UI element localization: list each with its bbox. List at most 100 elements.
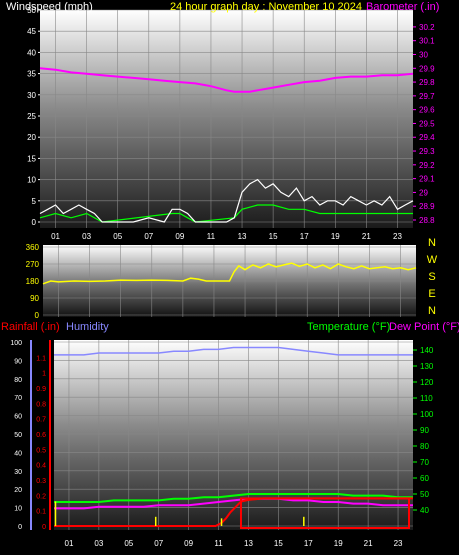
temp-tick-label: 70 xyxy=(420,458,429,467)
x-tick-label: 01 xyxy=(51,232,60,241)
direction-letter: E xyxy=(428,288,435,300)
humidity-tick-label: 40 xyxy=(14,450,22,457)
x-tick-label: 03 xyxy=(82,232,91,241)
humidity-axis-label: Humidity xyxy=(66,321,109,333)
wind-tick-label: 35 xyxy=(27,70,36,79)
rain-tick-label: 0 xyxy=(42,524,46,531)
direction-panel: 0 90 180 270 360 xyxy=(26,243,417,320)
temp-tick-label: 110 xyxy=(420,394,433,403)
direction-tick-label: 90 xyxy=(30,294,39,303)
direction-tick-label: 180 xyxy=(26,277,40,286)
baro-tick-label: 29.2 xyxy=(419,161,435,170)
wind-tick-label: 20 xyxy=(27,133,36,142)
direction-letter: W xyxy=(427,254,438,266)
rain-tick-label: 0.2 xyxy=(36,493,46,500)
baro-tick-label: 29.1 xyxy=(419,175,435,184)
wind-tick-label: 5 xyxy=(32,197,37,206)
direction-letter: S xyxy=(428,271,435,283)
x-tick-label: 17 xyxy=(300,232,309,241)
temp-tick-label: 100 xyxy=(420,410,434,419)
x-tick-label: 13 xyxy=(238,232,247,241)
x-tick-label: 11 xyxy=(207,232,216,241)
rain-tick-label: 0.3 xyxy=(36,478,46,485)
baro-tick-label: 28.9 xyxy=(419,202,435,211)
baro-tick-label: 29.5 xyxy=(419,119,435,128)
direction-letter: N xyxy=(428,237,436,249)
x-tick-label: 05 xyxy=(113,232,122,241)
x-tick-label: 19 xyxy=(331,232,340,241)
humidity-tick-label: 10 xyxy=(14,506,22,513)
temp-tick-label: 40 xyxy=(420,506,429,515)
rain-tick-label: 0.4 xyxy=(36,463,46,470)
rain-tick-label: 1 xyxy=(42,371,46,378)
humidity-tick-label: 50 xyxy=(14,432,22,439)
direction-letter: N xyxy=(428,305,436,317)
direction-tick-label: 0 xyxy=(35,311,40,320)
wind-tick-label: 10 xyxy=(27,176,36,185)
baro-tick-label: 29.6 xyxy=(419,106,435,115)
x-tick-label: 01 xyxy=(65,539,74,548)
humidity-tick-label: 90 xyxy=(14,358,22,365)
baro-tick-label: 29.4 xyxy=(419,133,435,142)
direction-tick-label: 360 xyxy=(26,243,40,252)
rain-tick-label: 0.9 xyxy=(36,386,46,393)
temperature-axis-label: Temperature (°F) xyxy=(307,321,390,333)
baro-tick-label: 30.1 xyxy=(419,37,435,46)
x-tick-label: 07 xyxy=(154,539,163,548)
baro-tick-label: 29.3 xyxy=(419,147,435,156)
direction-tick-label: 270 xyxy=(26,260,40,269)
temp-tick-label: 60 xyxy=(420,474,429,483)
rain-tick-label: 0.5 xyxy=(36,447,46,454)
baro-tick-label: 30 xyxy=(419,50,428,59)
wind-tick-label: 30 xyxy=(27,91,36,100)
wind-axis-label: Windspeed (mph) xyxy=(6,1,93,13)
x-tick-label: 09 xyxy=(184,539,193,548)
temp-tick-label: 120 xyxy=(420,378,434,387)
humidity-tick-label: 30 xyxy=(14,469,22,476)
humidity-tick-label: 100 xyxy=(10,340,22,347)
x-tick-label: 21 xyxy=(364,539,373,548)
baro-tick-label: 30.2 xyxy=(419,23,435,32)
x-tick-label: 07 xyxy=(144,232,153,241)
x-tick-label: 09 xyxy=(175,232,184,241)
humidity-tick-label: 80 xyxy=(14,377,22,384)
wind-tick-label: 15 xyxy=(27,154,36,163)
rain-tick-label: 1.1 xyxy=(36,355,46,362)
temp-tick-label: 130 xyxy=(420,362,434,371)
baro-tick-label: 28.8 xyxy=(419,216,435,225)
wind-tick-label: 25 xyxy=(27,112,36,121)
humidity-tick-label: 70 xyxy=(14,395,22,402)
x-tick-label: 03 xyxy=(94,539,103,548)
x-tick-label: 13 xyxy=(244,539,253,548)
x-tick-label: 15 xyxy=(274,539,283,548)
humidity-tick-label: 0 xyxy=(18,524,22,531)
wind-tick-label: 40 xyxy=(27,48,36,57)
baro-tick-label: 29.9 xyxy=(419,64,435,73)
x-tick-label: 17 xyxy=(304,539,313,548)
temp-tick-label: 90 xyxy=(420,426,429,435)
rain-tick-label: 0.7 xyxy=(36,417,46,424)
x-tick-label: 23 xyxy=(394,539,403,548)
x-tick-label: 23 xyxy=(393,232,402,241)
baro-tick-label: 29 xyxy=(419,188,428,197)
rainfall-axis-label: Rainfall (.in) xyxy=(1,321,60,333)
wind-tick-label: 0 xyxy=(32,218,37,227)
x-tick-label: 21 xyxy=(362,232,371,241)
x-tick-label: 05 xyxy=(124,539,133,548)
direction-letters: NWSEN xyxy=(427,237,438,317)
direction-ticks: 0 90 180 270 360 xyxy=(26,243,40,320)
humidity-tick-label: 20 xyxy=(14,487,22,494)
dewpoint-axis-label: Dew Point (°F) xyxy=(389,321,459,333)
temp-tick-label: 50 xyxy=(420,490,429,499)
temp-tick-label: 140 xyxy=(420,346,434,355)
barometer-axis-label: Barometer (.in) xyxy=(366,1,439,13)
weather-graph: 0510152025303540455028.828.92929.129.229… xyxy=(1,1,459,548)
chart-title: 24 hour graph day : November 10 2024 xyxy=(170,1,362,13)
temp-rain-panel: 010203040506070809010000.10.20.30.40.50.… xyxy=(10,340,434,548)
temp-tick-label: 80 xyxy=(420,442,429,451)
baro-tick-label: 29.8 xyxy=(419,78,435,87)
wind-tick-label: 45 xyxy=(27,27,36,36)
wind-baro-panel: 0510152025303540455028.828.92929.129.229… xyxy=(27,6,435,241)
x-tick-label: 15 xyxy=(269,232,278,241)
baro-tick-label: 29.7 xyxy=(419,92,435,101)
